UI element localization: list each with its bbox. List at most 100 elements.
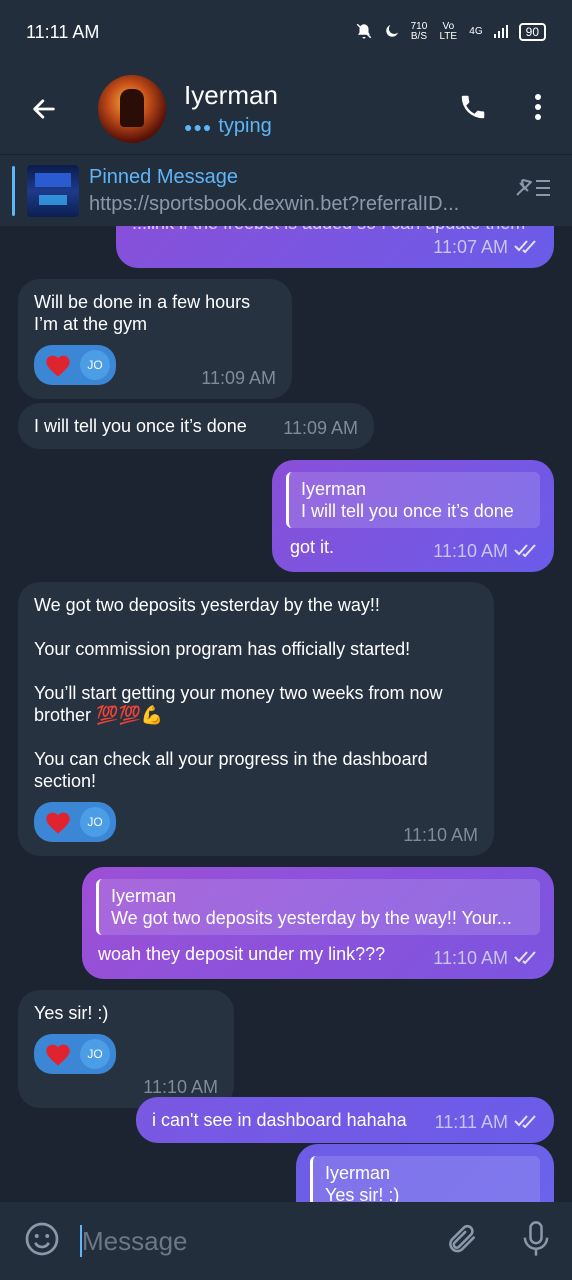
reply-quote[interactable]: Iyerman I will tell you once it’s done <box>286 472 540 528</box>
message-paragraph: brother 💯💯💪 <box>34 705 164 725</box>
message-time: 11:10 AM <box>403 825 478 845</box>
message-paragraph: section! <box>34 771 97 791</box>
message-outgoing[interactable]: Iyerman Yes sir! :) <box>296 1144 554 1202</box>
moon-icon <box>383 22 401 43</box>
message-meta: 11:10 AM <box>403 824 478 846</box>
message-time: 11:07 AM <box>433 237 508 257</box>
message-time: 11:09 AM <box>201 368 276 388</box>
message-list[interactable]: ...link if the freebet is added so I can… <box>0 226 572 1202</box>
phone-icon <box>461 95 485 118</box>
message-meta: 11:09 AM <box>201 367 276 389</box>
message-text: ...link if the freebet is added so I can… <box>132 226 538 234</box>
message-outgoing[interactable]: Iyerman We got two deposits yesterday by… <box>82 867 554 979</box>
double-check-icon <box>514 947 538 969</box>
paperclip-icon <box>449 1224 476 1252</box>
pin-indicator <box>12 165 15 216</box>
signal-icon <box>493 23 509 42</box>
double-check-icon <box>514 540 538 562</box>
quote-author: Iyerman <box>111 886 177 906</box>
message-time: 11:10 AM <box>433 948 508 968</box>
call-button[interactable] <box>458 92 488 127</box>
heart-icon <box>46 812 70 834</box>
double-check-icon <box>514 1111 538 1133</box>
pinned-text: Pinned Message https://sportsbook.dexwin… <box>89 166 499 216</box>
message-outgoing[interactable]: Iyerman I will tell you once it’s done g… <box>272 460 554 572</box>
battery-icon: 90 <box>518 23 546 41</box>
typing-dots-icon: ●●● <box>184 118 213 135</box>
reply-quote[interactable]: Iyerman We got two deposits yesterday by… <box>96 879 540 935</box>
avatar[interactable] <box>98 75 166 143</box>
reaction-chip[interactable]: JO <box>34 802 116 842</box>
message-meta: 11:10 AM <box>143 1076 218 1098</box>
message-input[interactable] <box>82 1225 412 1257</box>
quote-text: We got two deposits yesterday by the way… <box>111 908 512 928</box>
battery-level: 90 <box>525 25 539 39</box>
mute-icon <box>355 22 373 43</box>
reactor-avatar: JO <box>80 807 110 837</box>
quote-text: Yes sir! :) <box>325 1185 400 1202</box>
pinned-link: https://sportsbook.dexwin.bet?referralID… <box>89 192 460 215</box>
reaction-chip[interactable]: JO <box>34 345 116 385</box>
message-time: 11:11 AM <box>434 1112 508 1132</box>
message-paragraph: You can check all your progress in the d… <box>34 749 428 769</box>
message-meta: 11:10 AM <box>433 540 538 562</box>
reactor-avatar: JO <box>80 1039 110 1069</box>
more-button[interactable] <box>534 93 542 126</box>
message-paragraph: Your commission program has officially s… <box>34 639 411 659</box>
message-meta: 11:10 AM <box>433 947 538 969</box>
reactor-avatar: JO <box>80 350 110 380</box>
message-outgoing[interactable]: i can't see in dashboard hahaha 11:11 AM <box>136 1097 554 1143</box>
net-speed: 710 B/S <box>411 22 428 42</box>
back-button[interactable] <box>24 89 64 129</box>
message-text-line1: Will be done in a few hours <box>34 292 251 312</box>
message-meta: 11:11 AM <box>435 1111 538 1133</box>
pinned-thumbnail <box>27 164 79 217</box>
chat-header: Iyerman ●●● typing <box>0 64 572 154</box>
message-incoming[interactable]: We got two deposits yesterday by the way… <box>18 582 494 856</box>
composer-actions <box>444 1220 550 1262</box>
message-paragraph: We got two deposits yesterday by the way… <box>34 595 380 615</box>
message-text: Yes sir! :) <box>34 1003 109 1023</box>
quote-author: Iyerman <box>301 479 367 499</box>
header-actions <box>458 92 542 127</box>
message-paragraph: You’ll start getting your money two week… <box>34 683 443 703</box>
message-time: 11:10 AM <box>143 1077 218 1097</box>
double-check-icon <box>514 236 538 258</box>
reply-quote[interactable]: Iyerman Yes sir! :) <box>310 1156 540 1202</box>
contact-name: Iyerman <box>184 80 278 110</box>
emoji-button[interactable] <box>24 1221 60 1262</box>
message-incoming[interactable]: Yes sir! :) JO 11:10 AM <box>18 990 234 1108</box>
voice-button[interactable] <box>522 1220 550 1262</box>
composer <box>0 1202 572 1280</box>
status-time: 11:11 AM <box>26 21 100 42</box>
message-time: 11:10 AM <box>433 541 508 561</box>
attach-button[interactable] <box>444 1222 478 1261</box>
arrow-left-icon <box>33 99 55 119</box>
message-text-line2: I’m at the gym <box>34 314 148 334</box>
typing-label: typing <box>218 115 272 137</box>
message-meta: 11:09 AM <box>283 417 358 439</box>
pinned-list-button[interactable] <box>514 175 552 206</box>
status-bar: 11:11 AM 710 B/S Vo LTE 4G 90 <box>0 0 572 64</box>
message-outgoing[interactable]: ...link if the freebet is added so I can… <box>116 226 554 268</box>
heart-icon <box>46 355 70 377</box>
net-speed-unit: B/S <box>410 31 428 42</box>
pinned-message[interactable]: Pinned Message https://sportsbook.dexwin… <box>0 154 572 226</box>
heart-icon <box>46 1044 70 1066</box>
microphone-icon <box>523 1220 549 1256</box>
carrier: Vo LTE <box>439 21 458 42</box>
message-incoming[interactable]: I will tell you once it’s done 11:09 AM <box>18 403 374 449</box>
message-meta: 11:07 AM <box>433 236 538 258</box>
network-type: 4G <box>469 26 483 37</box>
quote-text: I will tell you once it’s done <box>301 501 514 521</box>
message-incoming[interactable]: Will be done in a few hours I’m at the g… <box>18 279 292 399</box>
quote-author: Iyerman <box>325 1163 391 1183</box>
reaction-chip[interactable]: JO <box>34 1034 116 1074</box>
typing-status: ●●● typing <box>184 115 278 138</box>
message-time: 11:09 AM <box>283 418 358 438</box>
pin-list-icon <box>516 179 550 196</box>
status-icons: 710 B/S Vo LTE 4G 90 <box>355 22 546 43</box>
pinned-title: Pinned Message <box>89 165 238 188</box>
chat-title[interactable]: Iyerman ●●● typing <box>184 80 278 138</box>
more-vert-icon <box>535 93 541 120</box>
